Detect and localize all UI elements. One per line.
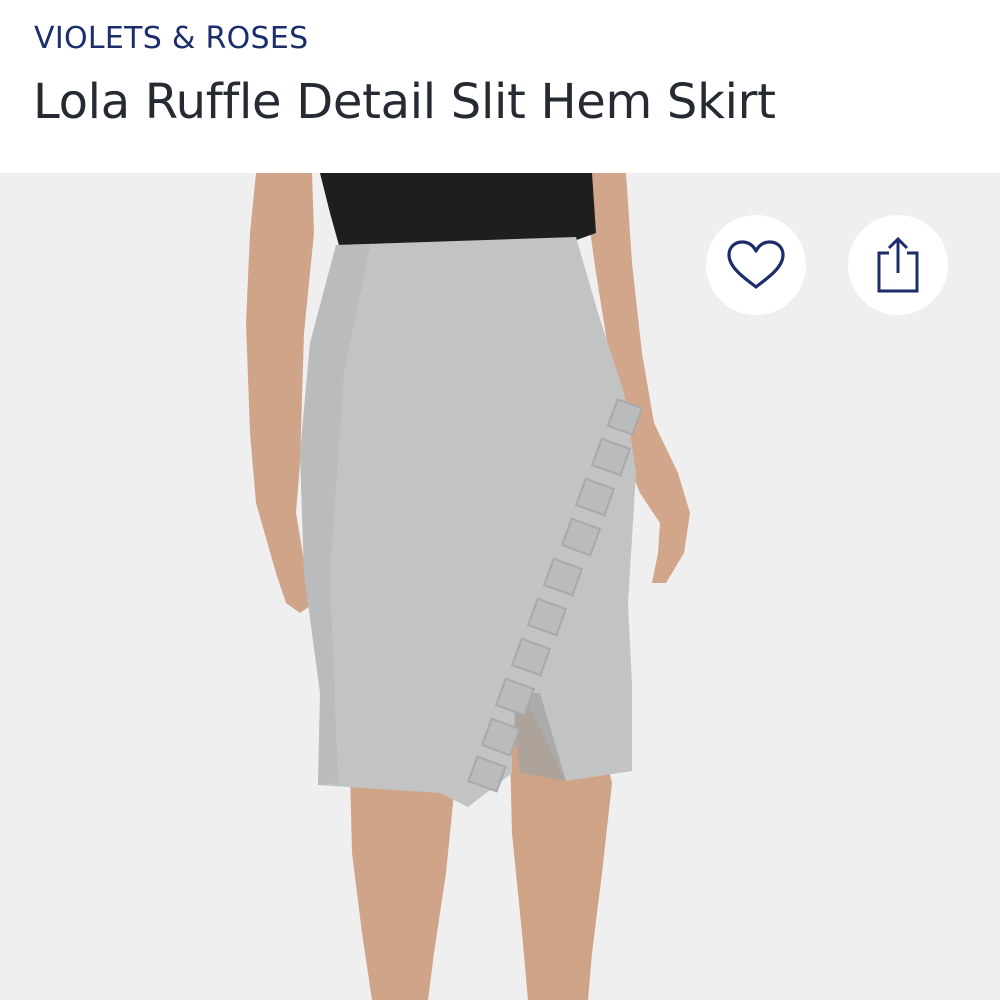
wishlist-button[interactable] [706,215,806,315]
product-title: Lola Ruffle Detail Slit Hem Skirt [33,74,776,130]
share-icon [873,235,923,295]
product-image[interactable] [0,173,1000,1000]
heart-icon [725,239,787,291]
product-page: VIOLETS & ROSES Lola Ruffle Detail Slit … [0,0,1000,1000]
share-button[interactable] [848,215,948,315]
product-header: VIOLETS & ROSES Lola Ruffle Detail Slit … [0,0,1000,173]
skirt-photo-illustration [0,173,1000,1000]
brand-name[interactable]: VIOLETS & ROSES [34,21,309,56]
